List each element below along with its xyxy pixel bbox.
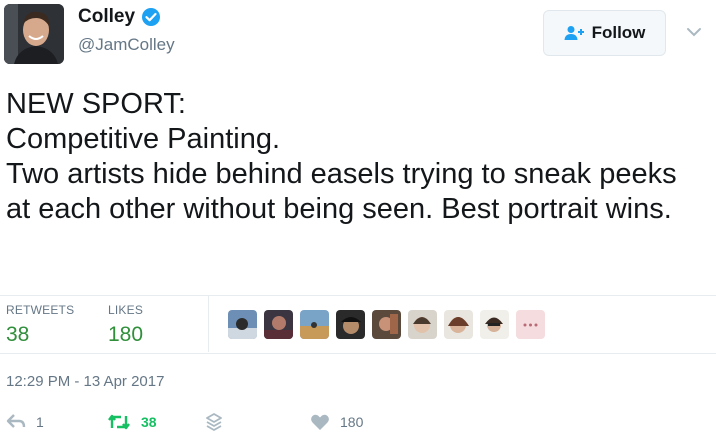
avatar[interactable] — [4, 4, 64, 64]
verified-badge-icon — [142, 8, 161, 26]
reply-button[interactable]: 1 — [6, 413, 44, 431]
retweet-button[interactable]: 38 — [107, 413, 157, 431]
author-display-name[interactable]: Colley — [78, 6, 135, 28]
like-button[interactable]: 180 — [310, 413, 363, 431]
retweets-stat[interactable]: RETWEETS 38 — [6, 303, 74, 347]
follow-button-label: Follow — [591, 23, 646, 42]
stats-separator — [208, 296, 209, 352]
liker-avatar[interactable] — [444, 310, 473, 339]
liker-avatar[interactable] — [480, 310, 509, 339]
likes-stat[interactable]: LIKES 180 — [108, 303, 143, 347]
tweet-timestamp[interactable]: 12:29 PM - 13 Apr 2017 — [6, 373, 164, 390]
divider-bottom — [0, 353, 716, 354]
heart-icon — [311, 414, 329, 430]
author-name-row: Colley — [78, 6, 161, 28]
chevron-down-icon[interactable] — [684, 22, 704, 42]
add-user-icon — [564, 26, 584, 40]
retweets-label: RETWEETS — [6, 303, 75, 317]
reply-count: 1 — [36, 414, 44, 430]
follow-button[interactable]: Follow — [543, 10, 666, 56]
stack-icon — [206, 413, 222, 431]
retweet-count: 38 — [141, 414, 157, 430]
liker-avatar[interactable] — [336, 310, 365, 339]
likers-avatar-list — [228, 310, 545, 339]
liker-avatar[interactable] — [408, 310, 437, 339]
like-count: 180 — [340, 414, 364, 430]
stack-button[interactable] — [206, 413, 222, 431]
tweet-text: NEW SPORT: Competitive Painting. Two art… — [6, 88, 677, 225]
retweet-icon — [108, 414, 130, 430]
more-likers-icon[interactable] — [516, 310, 545, 339]
liker-avatar[interactable] — [372, 310, 401, 339]
liker-avatar[interactable] — [264, 310, 293, 339]
likes-label: LIKES — [108, 303, 144, 317]
reply-icon — [6, 414, 26, 428]
liker-avatar[interactable] — [228, 310, 257, 339]
likes-value: 180 — [108, 323, 144, 346]
divider-top — [0, 295, 716, 296]
author-handle[interactable]: @JamColley — [78, 35, 175, 55]
retweets-value: 38 — [6, 323, 30, 346]
liker-avatar[interactable] — [300, 310, 329, 339]
